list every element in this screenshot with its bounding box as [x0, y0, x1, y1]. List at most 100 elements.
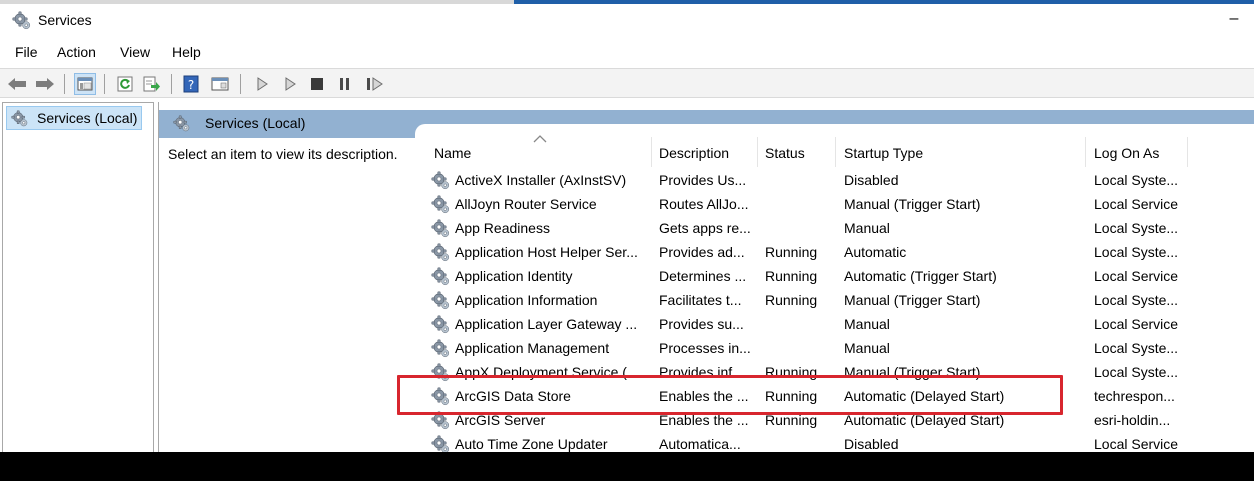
- service-gear-icon: [431, 195, 451, 215]
- svg-text:?: ?: [188, 78, 194, 92]
- table-row[interactable]: Application Management Processes in... M…: [429, 337, 1254, 361]
- service-startup-type: Manual (Trigger Start): [844, 196, 981, 212]
- column-divider[interactable]: [1085, 137, 1086, 167]
- table-row[interactable]: ArcGIS Server Enables the ... Running Au…: [429, 409, 1254, 433]
- tree-node-services-local[interactable]: Services (Local): [6, 106, 142, 130]
- service-name: ArcGIS Server: [455, 412, 546, 428]
- service-gear-icon: [431, 291, 451, 311]
- table-row[interactable]: Application Layer Gateway ... Provides s…: [429, 313, 1254, 337]
- table-row[interactable]: Application Host Helper Ser... Provides …: [429, 241, 1254, 265]
- service-name: Application Information: [455, 292, 598, 308]
- service-status: Running: [765, 364, 818, 380]
- column-divider[interactable]: [835, 137, 836, 167]
- service-name: Application Management: [455, 340, 610, 356]
- service-name: ArcGIS Data Store: [455, 388, 571, 404]
- column-header-description[interactable]: Description: [659, 145, 729, 161]
- service-description: Provides ad...: [659, 244, 745, 260]
- table-row[interactable]: AllJoyn Router Service Routes AllJo... M…: [429, 193, 1254, 217]
- service-log-on-as: techrespon...: [1094, 388, 1175, 404]
- table-row[interactable]: ActiveX Installer (AxInstSV) Provides Us…: [429, 169, 1254, 193]
- sort-ascending-icon: [533, 135, 547, 143]
- toolbar-separator: [240, 74, 241, 94]
- service-gear-icon: [431, 435, 451, 452]
- table-row[interactable]: Application Identity Determines ... Runn…: [429, 265, 1254, 289]
- service-startup-type: Manual (Trigger Start): [844, 364, 981, 380]
- column-header-status[interactable]: Status: [765, 145, 805, 161]
- service-description: Gets apps re...: [659, 220, 751, 236]
- service-description: Provides inf...: [659, 364, 744, 380]
- service-name: AllJoyn Router Service: [455, 196, 597, 212]
- service-description: Enables the ...: [659, 412, 749, 428]
- service-name: Auto Time Zone Updater: [455, 436, 608, 452]
- forward-arrow-icon[interactable]: [34, 73, 56, 95]
- service-log-on-as: esri-holdin...: [1094, 412, 1171, 428]
- column-divider[interactable]: [651, 137, 652, 167]
- menu-view[interactable]: View: [118, 44, 152, 60]
- service-description: Facilitates t...: [659, 292, 742, 308]
- title-bar[interactable]: Services –: [0, 4, 1254, 36]
- column-header-log-on-as[interactable]: Log On As: [1094, 145, 1159, 161]
- service-description: Enables the ...: [659, 388, 749, 404]
- service-log-on-as: Local Service: [1094, 436, 1179, 452]
- service-log-on-as: Local Service: [1094, 316, 1179, 332]
- toolbar-separator: [104, 74, 105, 94]
- service-gear-icon: [431, 171, 451, 191]
- service-status: Running: [765, 412, 818, 428]
- toolbar: ?: [0, 68, 1254, 98]
- menu-action[interactable]: Action: [55, 44, 98, 60]
- service-startup-type: Automatic (Delayed Start): [844, 412, 1005, 428]
- pause-service-icon[interactable]: [334, 73, 356, 95]
- service-log-on-as: Local Syste...: [1094, 220, 1179, 236]
- help-icon[interactable]: ?: [180, 73, 202, 95]
- service-name: ActiveX Installer (AxInstSV): [455, 172, 627, 188]
- service-name: Application Host Helper Ser...: [455, 244, 638, 260]
- service-log-on-as: Local Syste...: [1094, 364, 1179, 380]
- service-startup-type: Manual: [844, 340, 890, 356]
- service-gear-icon: [431, 339, 451, 359]
- export-list-icon[interactable]: [141, 73, 163, 95]
- table-row[interactable]: ArcGIS Data Store Enables the ... Runnin…: [429, 385, 1254, 409]
- restart-service-icon[interactable]: [364, 73, 386, 95]
- service-status: Running: [765, 292, 818, 308]
- table-row[interactable]: AppX Deployment Service (... Provides in…: [429, 361, 1254, 385]
- service-log-on-as: Local Service: [1094, 196, 1179, 212]
- back-arrow-icon[interactable]: [6, 73, 28, 95]
- table-row[interactable]: App Readiness Gets apps re... Manual Loc…: [429, 217, 1254, 241]
- pane-header-title: Services (Local): [205, 115, 306, 131]
- service-description: Determines ...: [659, 268, 747, 284]
- service-log-on-as: Local Syste...: [1094, 244, 1179, 260]
- service-gear-icon: [431, 363, 451, 383]
- service-startup-type: Manual: [844, 220, 890, 236]
- service-log-on-as: Local Syste...: [1094, 292, 1179, 308]
- table-row[interactable]: Auto Time Zone Updater Automatica... Dis…: [429, 433, 1254, 452]
- menu-file[interactable]: File: [13, 44, 40, 60]
- column-divider[interactable]: [757, 137, 758, 167]
- column-header-name[interactable]: Name: [434, 145, 471, 161]
- description-prompt: Select an item to view its description.: [168, 146, 398, 162]
- service-startup-type: Manual: [844, 316, 890, 332]
- service-gear-icon: [431, 387, 451, 407]
- table-row[interactable]: Application Information Facilitates t...…: [429, 289, 1254, 313]
- service-gear-icon: [431, 267, 451, 287]
- menu-help[interactable]: Help: [170, 44, 203, 60]
- service-gear-icon: [431, 315, 451, 335]
- service-startup-type: Automatic (Trigger Start): [844, 268, 997, 284]
- start-service-alt-icon[interactable]: [279, 73, 301, 95]
- properties-icon[interactable]: [209, 73, 231, 95]
- show-hide-console-tree-icon[interactable]: [74, 73, 96, 95]
- stop-service-icon[interactable]: [306, 73, 328, 95]
- details-pane: Services (Local) Select an item to view …: [158, 102, 1254, 452]
- refresh-icon[interactable]: [114, 73, 136, 95]
- service-description: Provides Us...: [659, 172, 747, 188]
- start-service-icon[interactable]: [251, 73, 273, 95]
- services-gear-icon: [173, 115, 191, 133]
- services-window: Services – File Action View Help ? Servi…: [0, 0, 1254, 452]
- service-startup-type: Automatic (Delayed Start): [844, 388, 1005, 404]
- service-log-on-as: Local Syste...: [1094, 340, 1179, 356]
- service-name: Application Layer Gateway ...: [455, 316, 638, 332]
- column-header-startup-type[interactable]: Startup Type: [844, 145, 923, 161]
- service-status: Running: [765, 268, 818, 284]
- minimize-button[interactable]: –: [1224, 6, 1244, 32]
- column-divider[interactable]: [1187, 137, 1188, 167]
- tree-node-label: Services (Local): [37, 110, 138, 126]
